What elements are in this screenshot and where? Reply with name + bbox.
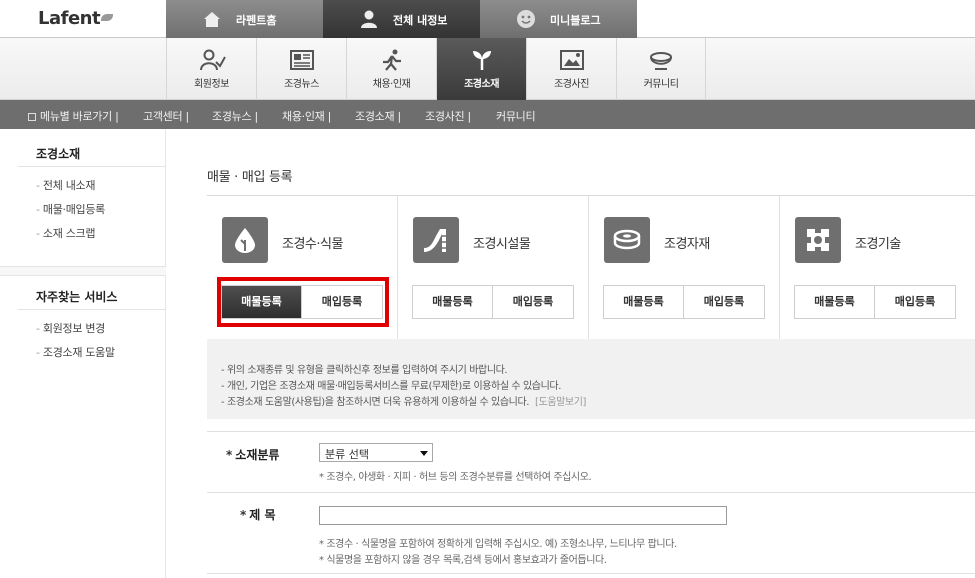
sidebar-title-materials: 조경소재 (36, 147, 81, 161)
notice-box: - 위의 소재종류 및 유형을 클릭하신후 정보를 입력하여 주시기 바랍니다.… (207, 339, 975, 419)
nav-label: 채용·인재 (372, 79, 411, 90)
register-button-group: 매물등록 매입등록 (603, 285, 765, 319)
top-bar: Lafent 라펜트홈 전체 내정보 미니블로그 (0, 0, 975, 38)
nav-label: 조경소재 (464, 79, 499, 90)
sub-link-materials[interactable]: 조경소재 | (355, 108, 401, 124)
logo-text: Lafent (38, 8, 101, 29)
leaf-icon (101, 14, 114, 21)
roll-icon[interactable] (604, 217, 650, 263)
notice-line: - 위의 소재종류 및 유형을 클릭하신후 정보를 입력하여 주시기 바랍니다. (221, 365, 508, 376)
category-materials: 조경자재 매물등록 매입등록 (589, 196, 780, 339)
sidebar-divider (18, 309, 166, 310)
form-divider (207, 431, 975, 432)
title-field-label: * 제 목 (240, 506, 276, 523)
sub-link-news[interactable]: 조경뉴스 | (212, 108, 258, 124)
nav-label: 조경뉴스 (284, 79, 319, 90)
sidebar-link-help[interactable]: 조경소재 도움말 (36, 344, 115, 360)
photo-icon (559, 50, 584, 70)
category-label-text: 소재분류 (235, 448, 280, 462)
sidebar-title-frequent: 자주찾는 서비스 (36, 290, 118, 304)
top-tab-my-info[interactable]: 전체 내정보 (323, 0, 480, 38)
nav-landscape-news[interactable]: 조경뉴스 (256, 38, 346, 100)
gear-icon[interactable] (795, 217, 841, 263)
category-field-label: * 소재분류 (226, 446, 279, 463)
home-small-icon (28, 113, 36, 121)
nav-community[interactable]: 커뮤니티 (616, 38, 706, 100)
top-tab-label: 미니블로그 (550, 14, 601, 27)
person-icon (361, 10, 377, 28)
sidebar-link-all-materials[interactable]: 전체 내소재 (36, 177, 96, 193)
quick-menu-label: 메뉴별 바로가기 | (40, 110, 119, 123)
sidebar-section-gap (0, 266, 166, 276)
form-divider (207, 492, 975, 493)
nav-member-info[interactable]: 회원정보 (166, 38, 256, 100)
cup-icon (650, 52, 672, 70)
title-input[interactable] (319, 506, 727, 525)
page-title: 매물 · 매입 등록 (207, 170, 293, 185)
newspaper-icon (289, 50, 314, 70)
smiley-icon (517, 10, 535, 28)
selection-highlight-box (217, 277, 389, 327)
register-button-group: 매물등록 매입등록 (794, 285, 956, 319)
nav-label: 커뮤니티 (643, 79, 679, 90)
sidebar-link-register[interactable]: 매물·매입등록 (36, 201, 105, 217)
category-technology: 조경기술 매물등록 매입등록 (780, 196, 971, 339)
required-mark: * (240, 508, 247, 522)
sell-register-button[interactable]: 매물등록 (795, 286, 875, 318)
nav-label: 회원정보 (194, 79, 229, 90)
drop-leaf-icon[interactable] (222, 217, 268, 263)
sidebar-link-edit-profile[interactable]: 회원정보 변경 (36, 320, 105, 336)
notice-line: - 조경소재 도움말(사용팁)을 참조하시면 더욱 유용하게 이용하실 수 있습… (221, 397, 530, 408)
top-tab-home[interactable]: 라펜트홈 (166, 0, 323, 38)
nav-landscape-photos[interactable]: 조경사진 (526, 38, 616, 100)
nav-label: 조경사진 (554, 79, 589, 90)
sub-link-community[interactable]: 커뮤니티 (496, 108, 536, 124)
nav-jobs[interactable]: 채용·인재 (346, 38, 436, 100)
buy-register-button[interactable]: 매입등록 (493, 286, 573, 318)
category-name: 조경자재 (664, 237, 710, 252)
category-select[interactable]: 분류 선택 (319, 443, 433, 462)
top-tab-label: 전체 내정보 (393, 14, 448, 27)
member-icon (199, 49, 226, 71)
category-name: 조경시설물 (473, 237, 531, 252)
home-icon (204, 12, 220, 27)
category-hint: * 조경수, 야생화 · 지피 · 허브 등의 조경수분류를 선택하여 주십시오… (319, 472, 592, 483)
sub-link-photos[interactable]: 조경사진 | (425, 108, 471, 124)
top-tab-mini-blog[interactable]: 미니블로그 (480, 0, 637, 38)
form-divider (207, 573, 975, 574)
notice-line: - 개인, 기업은 조경소재 매물·매입등록서비스를 무료(무제한)로 이용하실… (221, 381, 561, 392)
title-hint: * 조경수 · 식물명을 포함하여 정확하게 입력해 주십시오. 예) 조형소나… (319, 539, 677, 550)
category-facilities: 조경시설물 매물등록 매입등록 (398, 196, 589, 339)
sub-link-customer-center[interactable]: 고객센터 | (143, 108, 189, 124)
sidebar-link-scrap[interactable]: 소재 스크랩 (36, 225, 96, 241)
top-tab-label: 라펜트홈 (236, 14, 277, 27)
sell-register-button[interactable]: 매물등록 (604, 286, 684, 318)
sidebar-divider (18, 166, 166, 167)
help-link[interactable]: [도움말보기] (535, 397, 586, 408)
sub-link-jobs[interactable]: 채용·인재 | (282, 108, 331, 124)
dropdown-arrow-icon (420, 451, 428, 456)
slide-icon[interactable] (413, 217, 459, 263)
buy-register-button[interactable]: 매입등록 (684, 286, 764, 318)
buy-register-button[interactable]: 매입등록 (875, 286, 955, 318)
category-name: 조경수·식물 (282, 237, 343, 252)
sidebar: 조경소재 전체 내소재 매물·매입등록 소재 스크랩 자주찾는 서비스 회원정보… (0, 129, 166, 578)
lafent-logo[interactable]: Lafent (38, 8, 114, 29)
main-nav: 회원정보 조경뉴스 채용·인재 조경소재 조경사진 커뮤니티 (0, 38, 975, 107)
runner-icon (382, 49, 401, 71)
register-button-group: 매물등록 매입등록 (412, 285, 574, 319)
sprout-icon (472, 51, 491, 70)
sub-nav-bar: 메뉴별 바로가기 | 고객센터 | 조경뉴스 | 채용·인재 | 조경소재 | … (0, 100, 975, 129)
sell-register-button[interactable]: 매물등록 (413, 286, 493, 318)
category-name: 조경기술 (855, 237, 901, 252)
title-label-text: 제 목 (249, 508, 276, 522)
required-mark: * (226, 448, 233, 462)
title-hint: * 식물명을 포함하지 않을 경우 목록,검색 등에서 홍보효과가 줄어듭니다. (319, 555, 607, 566)
notice-line-help: - 조경소재 도움말(사용팁)을 참조하시면 더욱 유용하게 이용하실 수 있습… (221, 393, 586, 408)
category-select-value: 분류 선택 (325, 448, 369, 461)
quick-menu-link[interactable]: 메뉴별 바로가기 | (28, 108, 119, 124)
nav-landscape-materials[interactable]: 조경소재 (436, 38, 526, 107)
